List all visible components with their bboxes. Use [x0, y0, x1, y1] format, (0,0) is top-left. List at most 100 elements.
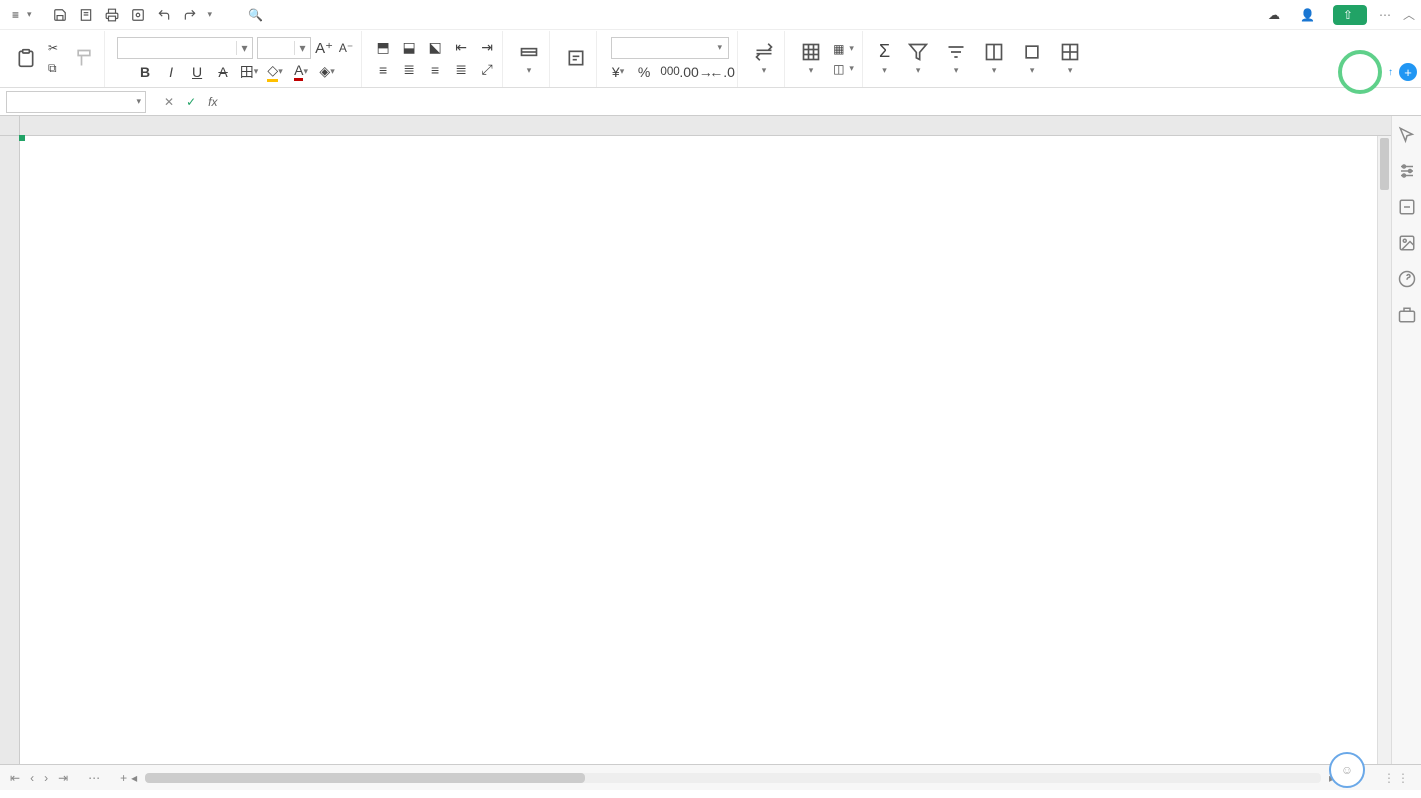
sheet-more-icon[interactable]: ⋯ — [78, 771, 110, 785]
merge-center-button[interactable]: ▾ — [515, 40, 543, 78]
cancel-formula-icon[interactable]: ✕ — [164, 95, 174, 109]
share-button[interactable]: ⇧ — [1333, 5, 1367, 25]
font-name-select[interactable]: ▾ — [117, 37, 253, 59]
copy-button[interactable]: ⧉ — [46, 60, 64, 77]
save-icon[interactable] — [52, 7, 68, 23]
sheet-prev-icon[interactable]: ‹ — [30, 771, 34, 785]
table-style-button[interactable]: ▦▾ — [831, 41, 856, 57]
align-bottom-icon[interactable]: ⬕ — [426, 39, 444, 57]
sheet-first-icon[interactable]: ⇤ — [10, 771, 20, 785]
editing-group: Σ▾ ▾ ▾ ▾ ▾ ▾ — [869, 31, 1090, 87]
font-group: ▾ ▾ A⁺ A⁻ B I U A 田▾ ◇▾ A▾ ◈▾ — [111, 31, 362, 87]
align-right-icon[interactable]: ≡ — [426, 61, 444, 79]
type-convert-button[interactable]: ▾ — [750, 40, 778, 78]
row-col-button[interactable]: ▾ — [1056, 40, 1084, 78]
scroll-left-icon[interactable]: ◂ — [131, 771, 137, 785]
fx-icon[interactable]: fx — [208, 95, 217, 109]
vertical-scrollbar[interactable] — [1377, 136, 1391, 764]
border-button[interactable]: 田▾ — [240, 63, 258, 81]
copy-icon: ⧉ — [48, 61, 57, 76]
underline-button[interactable]: U — [188, 63, 206, 81]
help-icon[interactable] — [1398, 270, 1416, 288]
comma-icon[interactable]: 000 — [661, 63, 679, 81]
redo-icon[interactable] — [182, 7, 198, 23]
cells-area[interactable] — [20, 136, 1377, 764]
styles-group: ▾ ▦▾ ◫▾ — [791, 31, 863, 87]
chevron-down-icon: ▾ — [27, 9, 32, 20]
file-menu[interactable]: ≡ ▾ — [6, 6, 38, 24]
paste-button[interactable] — [12, 46, 40, 72]
sheet-next-icon[interactable]: › — [44, 771, 48, 785]
align-top-icon[interactable]: ⬒ — [374, 39, 392, 57]
cell-button[interactable]: ▾ — [1018, 40, 1046, 78]
align-center-icon[interactable]: ≣ — [400, 61, 418, 79]
fill-color-button[interactable]: ◇▾ — [266, 63, 284, 81]
assistant-button[interactable]: ☺ — [1329, 752, 1365, 788]
cloud-status[interactable]: ☁ — [1266, 7, 1286, 23]
sort-button[interactable]: ▾ — [942, 40, 970, 78]
perf-circle[interactable] — [1338, 50, 1382, 94]
formula-bar: ▾ ✕ ✓ fx — [0, 88, 1421, 116]
accept-formula-icon[interactable]: ✓ — [186, 95, 196, 109]
decrease-indent-icon[interactable]: ⇤ — [452, 39, 470, 57]
style-icon[interactable] — [1398, 198, 1416, 216]
perf-text: ↑ — [1388, 66, 1393, 79]
decrease-font-icon[interactable]: A⁻ — [337, 39, 355, 57]
toolbox-icon[interactable] — [1398, 306, 1416, 324]
filter-button[interactable]: ▾ — [904, 40, 932, 78]
orientation-icon[interactable]: ⤢ — [478, 61, 496, 79]
fill-handle[interactable] — [19, 135, 25, 141]
cursor-icon[interactable] — [1398, 126, 1416, 144]
horizontal-scrollbar[interactable]: ◂ ▸ — [145, 773, 1321, 783]
cell-style-button[interactable]: ◫▾ — [831, 61, 856, 77]
increase-font-icon[interactable]: A⁺ — [315, 39, 333, 57]
bold-button[interactable]: B — [136, 63, 154, 81]
percent-icon[interactable]: % — [635, 63, 653, 81]
scrollbar-thumb[interactable] — [1380, 138, 1389, 190]
command-search[interactable]: 🔍 — [248, 8, 267, 22]
collab-button[interactable]: 👤 — [1298, 7, 1321, 23]
sheet-last-icon[interactable]: ⇥ — [58, 771, 68, 785]
scrollbar-thumb[interactable] — [145, 773, 585, 783]
select-all-corner[interactable] — [0, 116, 20, 136]
gallery-icon[interactable] — [1398, 234, 1416, 252]
side-panel — [1391, 116, 1421, 764]
number-format-select[interactable]: ▾ — [611, 37, 729, 59]
wrap-text-button[interactable] — [562, 46, 590, 72]
preview-icon[interactable] — [130, 7, 146, 23]
number-group: ▾ ¥▾ % 000 .00→ ←.0 — [603, 31, 738, 87]
chevron-down-icon: ▾ — [294, 41, 310, 55]
chevron-down-icon[interactable]: ▾ — [208, 9, 213, 20]
currency-icon[interactable]: ¥▾ — [609, 63, 627, 81]
undo-icon[interactable] — [156, 7, 172, 23]
align-left-icon[interactable]: ≡ — [374, 61, 392, 79]
formula-input[interactable] — [223, 91, 1421, 113]
justify-icon[interactable]: ≣ — [452, 61, 470, 79]
align-middle-icon[interactable]: ⬓ — [400, 39, 418, 57]
name-box[interactable]: ▾ — [6, 91, 146, 113]
strikethrough-button[interactable]: A — [214, 63, 232, 81]
conditional-format-button[interactable]: ▾ — [797, 40, 825, 78]
cut-button[interactable]: ✂ — [46, 40, 64, 56]
wrap-group — [556, 31, 597, 87]
type-convert-group: ▾ — [744, 31, 785, 87]
font-color-button[interactable]: A▾ — [292, 63, 310, 81]
font-size-select[interactable]: ▾ — [257, 37, 311, 59]
increase-indent-icon[interactable]: ⇥ — [478, 39, 496, 57]
chevron-down-icon: ▾ — [136, 96, 141, 107]
decrease-decimal-icon[interactable]: ←.0 — [713, 63, 731, 81]
clear-format-button[interactable]: ◈▾ — [318, 63, 336, 81]
format-painter-button[interactable] — [70, 46, 98, 72]
add-widget-button[interactable]: + — [1399, 63, 1417, 81]
chevron-up-icon[interactable]: ︿ — [1403, 6, 1415, 23]
system-status-widget: ↑ + — [1338, 50, 1417, 94]
settings-icon[interactable] — [1398, 162, 1416, 180]
status-more-icon[interactable]: ⋮⋮ — [1383, 771, 1411, 785]
increase-decimal-icon[interactable]: .00→ — [687, 63, 705, 81]
italic-button[interactable]: I — [162, 63, 180, 81]
print-direct-icon[interactable] — [78, 7, 94, 23]
sum-button[interactable]: Σ▾ — [875, 39, 894, 78]
more-icon[interactable]: ⋯ — [1379, 8, 1391, 22]
fill-button[interactable]: ▾ — [980, 40, 1008, 78]
print-icon[interactable] — [104, 7, 120, 23]
